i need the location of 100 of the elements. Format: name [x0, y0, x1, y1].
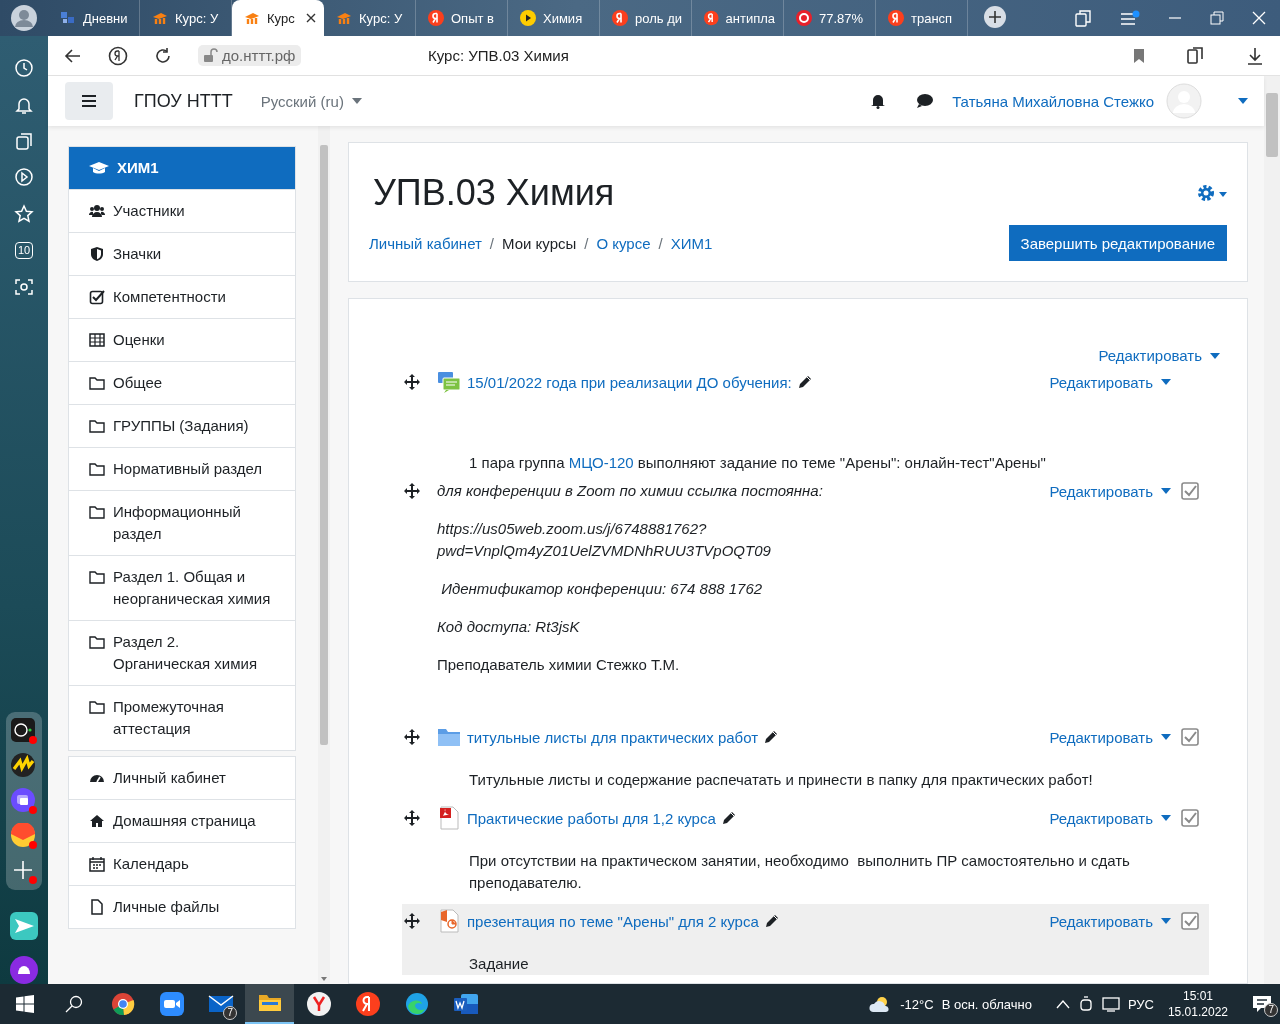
clock[interactable]: 15:01 15.01.2022 — [1167, 988, 1228, 1020]
nav-item[interactable]: Раздел 1. Общая и неорганическая химия — [69, 556, 295, 621]
course-title: УПВ.03 Химия — [373, 171, 615, 215]
nav-item[interactable]: Личный кабинет — [69, 757, 295, 800]
back-icon[interactable] — [64, 46, 82, 65]
site-icon — [888, 10, 904, 26]
completion-checkbox[interactable] — [1181, 912, 1199, 930]
nav-item[interactable]: Промежуточная аттестация — [69, 686, 295, 751]
taskbar-app[interactable]: 7 — [196, 984, 245, 1024]
breadcrumb-link[interactable]: О курсе — [596, 234, 651, 252]
settings-icon[interactable] — [1195, 182, 1227, 204]
bookmark-icon[interactable] — [1132, 47, 1146, 64]
move-icon[interactable] — [404, 483, 420, 499]
activity-link[interactable]: титульные листы для практических работ — [467, 728, 759, 746]
chevron-up-icon[interactable] — [1055, 999, 1070, 1009]
nav-item[interactable]: Домашняя страница — [69, 800, 295, 843]
completion-checkbox[interactable] — [1181, 482, 1199, 500]
download-icon[interactable] — [1246, 46, 1264, 65]
assistant-app-icon[interactable] — [10, 955, 38, 984]
completion-checkbox[interactable] — [1181, 809, 1199, 827]
play-icon[interactable] — [14, 167, 34, 188]
counter-badge[interactable]: 10 — [14, 241, 34, 259]
pencil-icon[interactable] — [797, 375, 812, 389]
group-link[interactable]: МЦО-120 — [568, 454, 634, 471]
tabs-icon[interactable] — [1074, 9, 1092, 27]
mail-icon[interactable] — [207, 994, 234, 1014]
edit-menu-link[interactable]: Редактировать — [1049, 728, 1171, 746]
scroll-down-icon[interactable] — [321, 977, 327, 981]
chat-icon[interactable] — [916, 93, 935, 109]
move-icon[interactable] — [404, 374, 420, 390]
display-icon[interactable] — [1101, 996, 1120, 1012]
scrollbar[interactable] — [318, 126, 330, 984]
chrome-icon[interactable] — [110, 992, 135, 1016]
edit-menu-link[interactable]: Редактировать — [1049, 373, 1171, 391]
collections-icon[interactable] — [14, 131, 34, 152]
edit-menu-link[interactable]: Редактировать — [1098, 345, 1220, 367]
activity-link[interactable]: 15/01/2022 года при реализации ДО обучения: — [467, 373, 792, 391]
nav-item[interactable]: Нормативный раздел — [69, 448, 295, 491]
nav-item[interactable]: Компетентности — [69, 276, 295, 319]
nav-item[interactable]: Оценки — [69, 319, 295, 362]
nav-item[interactable]: Значки — [69, 233, 295, 276]
browser-logo-icon[interactable] — [306, 992, 331, 1016]
video-app-icon[interactable] — [159, 992, 184, 1016]
user-name[interactable]: Татьяна Михайловна Стежко — [952, 92, 1154, 110]
breadcrumb-link[interactable]: Личный кабинет — [369, 234, 482, 252]
nav-item[interactable]: Участники — [69, 190, 295, 233]
edit-menu-link[interactable]: Редактировать — [1049, 912, 1171, 930]
pencil-icon[interactable] — [764, 914, 779, 928]
finish-editing-button[interactable]: Завершить редактирование — [1008, 225, 1227, 261]
pencil-icon[interactable] — [721, 811, 736, 825]
menu-button[interactable] — [65, 82, 113, 120]
nav-item[interactable]: Информационный раздел — [69, 491, 295, 556]
nav-item[interactable]: Личные файлы — [69, 886, 295, 929]
site-name[interactable]: ГПОУ НТТТ — [134, 90, 233, 112]
restore-icon[interactable] — [1210, 11, 1224, 25]
history-icon[interactable] — [14, 58, 34, 79]
scrollbar[interactable] — [1264, 76, 1280, 984]
meeting-icon[interactable] — [1077, 996, 1094, 1012]
lock-icon[interactable] — [202, 47, 218, 64]
close-icon[interactable] — [306, 13, 316, 23]
folder-icon[interactable] — [257, 993, 282, 1013]
extensions-icon[interactable] — [1186, 45, 1206, 66]
edit-menu-link[interactable]: Редактировать — [1049, 482, 1171, 500]
language-menu[interactable]: Русский (ru) — [260, 92, 362, 110]
input-language[interactable]: РУС — [1127, 996, 1154, 1012]
browser-tab[interactable]: Курс — [232, 0, 324, 36]
zigzag-app-icon[interactable] — [11, 752, 37, 779]
browser-logo-icon[interactable] — [108, 45, 128, 66]
nav-item[interactable]: Общее — [69, 362, 295, 405]
nav-item[interactable]: Раздел 2. Органическая химия — [69, 621, 295, 686]
edge-icon[interactable] — [404, 992, 429, 1016]
camera-app-icon[interactable] — [11, 717, 37, 744]
bell-icon[interactable] — [870, 93, 887, 109]
mail-app-icon[interactable] — [11, 822, 37, 849]
send-app-icon[interactable] — [10, 911, 38, 940]
pencil-icon[interactable] — [764, 730, 779, 744]
screenshot-icon[interactable] — [14, 276, 34, 297]
search-icon[interactable] — [64, 995, 83, 1013]
taskbar-app[interactable] — [245, 984, 294, 1024]
edit-menu-link[interactable]: Редактировать — [1049, 809, 1171, 827]
nav-item[interactable]: Календарь — [69, 843, 295, 886]
move-icon[interactable] — [404, 913, 420, 929]
activity-link[interactable]: презентация по теме "Арены" для 2 курса — [467, 912, 759, 930]
start-icon[interactable] — [15, 995, 34, 1013]
word-icon[interactable] — [452, 993, 479, 1015]
star-icon[interactable] — [14, 203, 34, 224]
reload-icon[interactable] — [154, 46, 172, 65]
address-field[interactable]: до.нттт.рф — [198, 45, 302, 66]
new-tab-icon[interactable] — [984, 5, 1006, 28]
activity-link[interactable]: Практические работы для 1,2 курса — [467, 809, 716, 827]
completion-checkbox[interactable] — [1181, 728, 1199, 746]
nav-item[interactable]: ХИМ1 — [69, 147, 295, 190]
breadcrumb-link[interactable]: ХИМ1 — [670, 234, 713, 252]
logo-icon[interactable] — [355, 992, 380, 1016]
nav-item[interactable]: ГРУППЫ (Задания) — [69, 405, 295, 448]
move-icon[interactable] — [404, 810, 420, 826]
window-app-icon[interactable] — [11, 787, 37, 814]
profile-icon[interactable] — [11, 5, 37, 31]
move-icon[interactable] — [404, 729, 420, 745]
menu-icon[interactable] — [1120, 10, 1140, 26]
